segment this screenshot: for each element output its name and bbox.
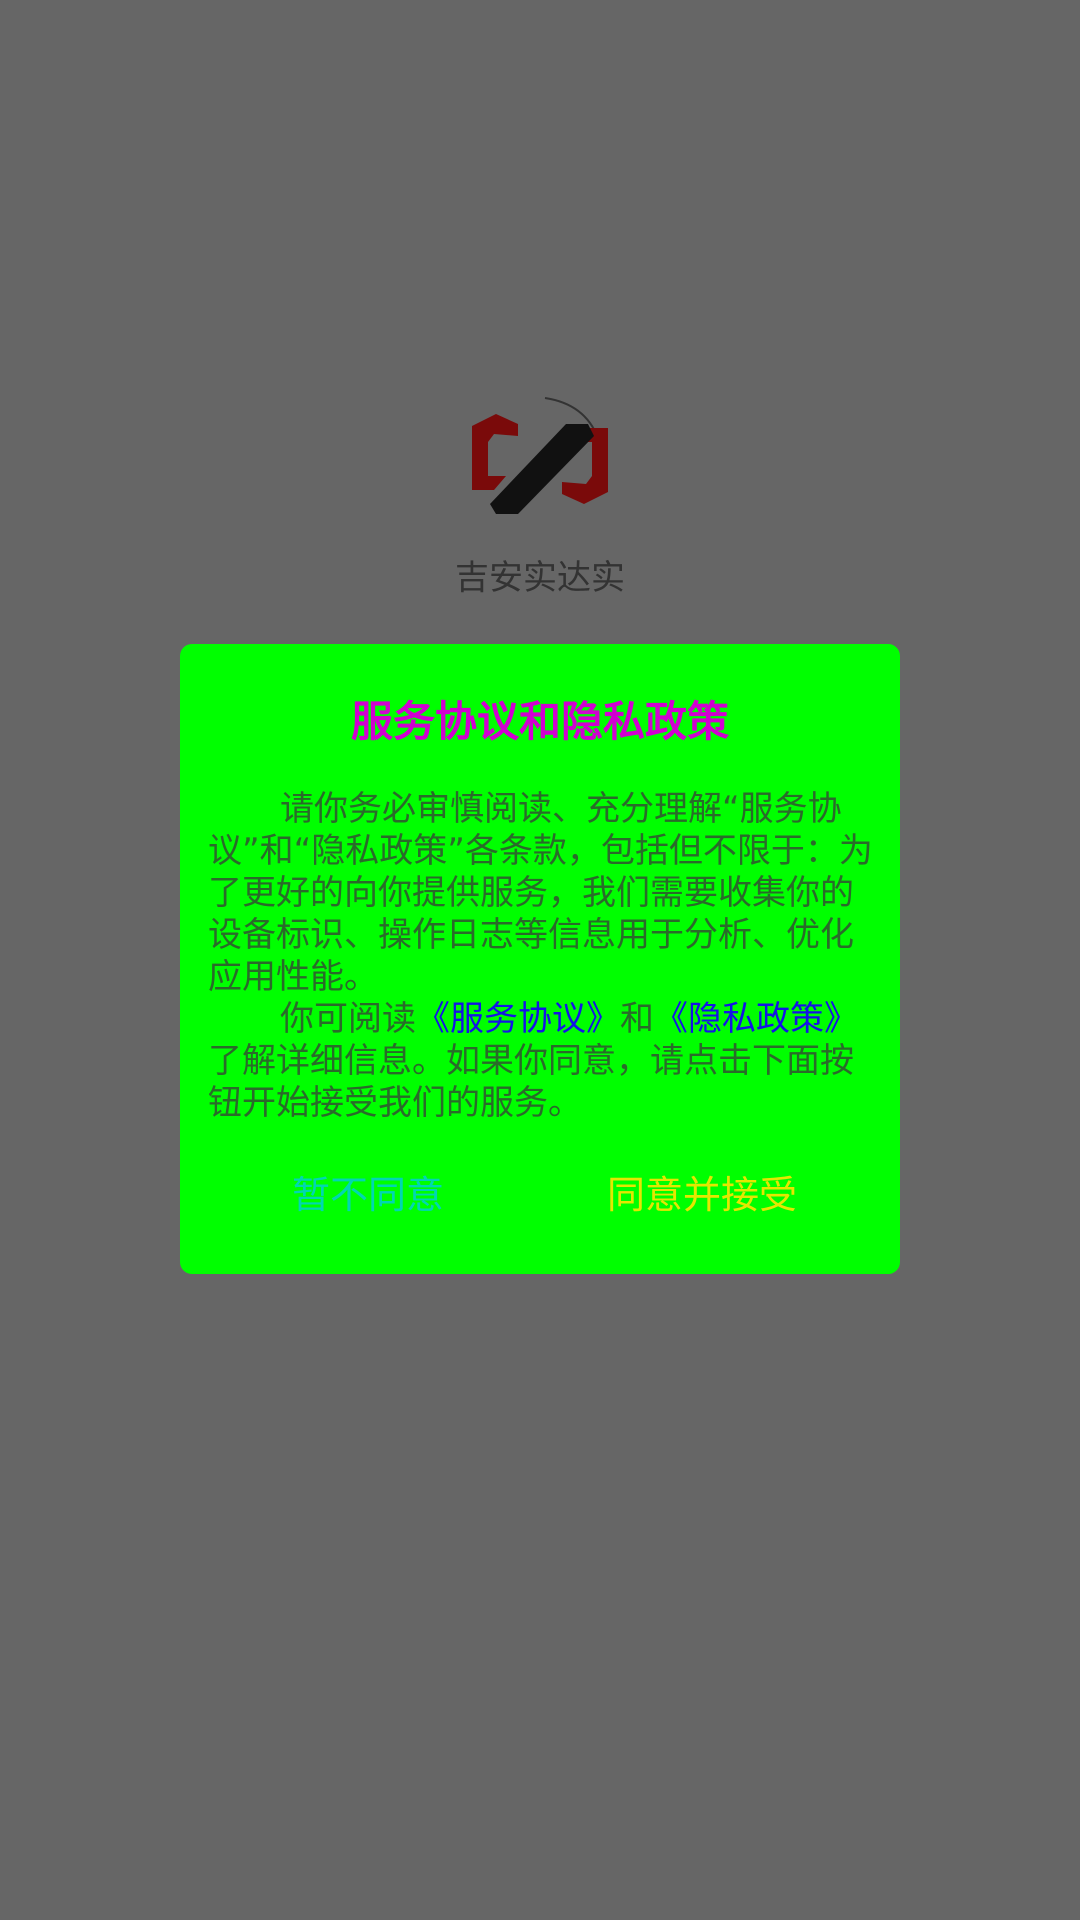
paragraph-2-prefix: 你可阅读 [280,999,416,1039]
dialog-title: 服务协议和隐私政策 [350,697,729,746]
decline-button[interactable]: 暂不同意 [292,1164,444,1219]
paragraph-2-suffix: 了解详细信息。如果你同意，请点击下面按钮开始接受我们的服务。 [208,1041,854,1123]
privacy-policy-link[interactable]: 《隐私政策》 [654,999,858,1039]
paragraph-2-and: 和 [620,999,654,1039]
privacy-dialog: 服务协议和隐私政策 请你务必审慎阅读、充分理解“服务协议”和“隐私政策”各条款，… [180,644,900,1274]
dialog-paragraph-1: 请你务必审慎阅读、充分理解“服务协议”和“隐私政策”各条款，包括但不限于：为了更… [208,789,873,997]
accept-button[interactable]: 同意并接受 [607,1164,797,1219]
service-agreement-link[interactable]: 《服务协议》 [416,999,620,1039]
dialog-paragraph-2: 你可阅读《服务协议》和《隐私政策》了解详细信息。如果你同意，请点击下面按钮开始接… [208,998,878,1124]
screen-overlay: 吉安实达实 服务协议和隐私政策 请你务必审慎阅读、充分理解“服务协议”和“隐私政… [0,0,1080,1920]
app-logo-icon [472,397,608,514]
dialog-body: 请你务必审慎阅读、充分理解“服务协议”和“隐私政策”各条款，包括但不限于：为了更… [208,788,878,1124]
app-name: 吉安实达实 [455,558,625,598]
